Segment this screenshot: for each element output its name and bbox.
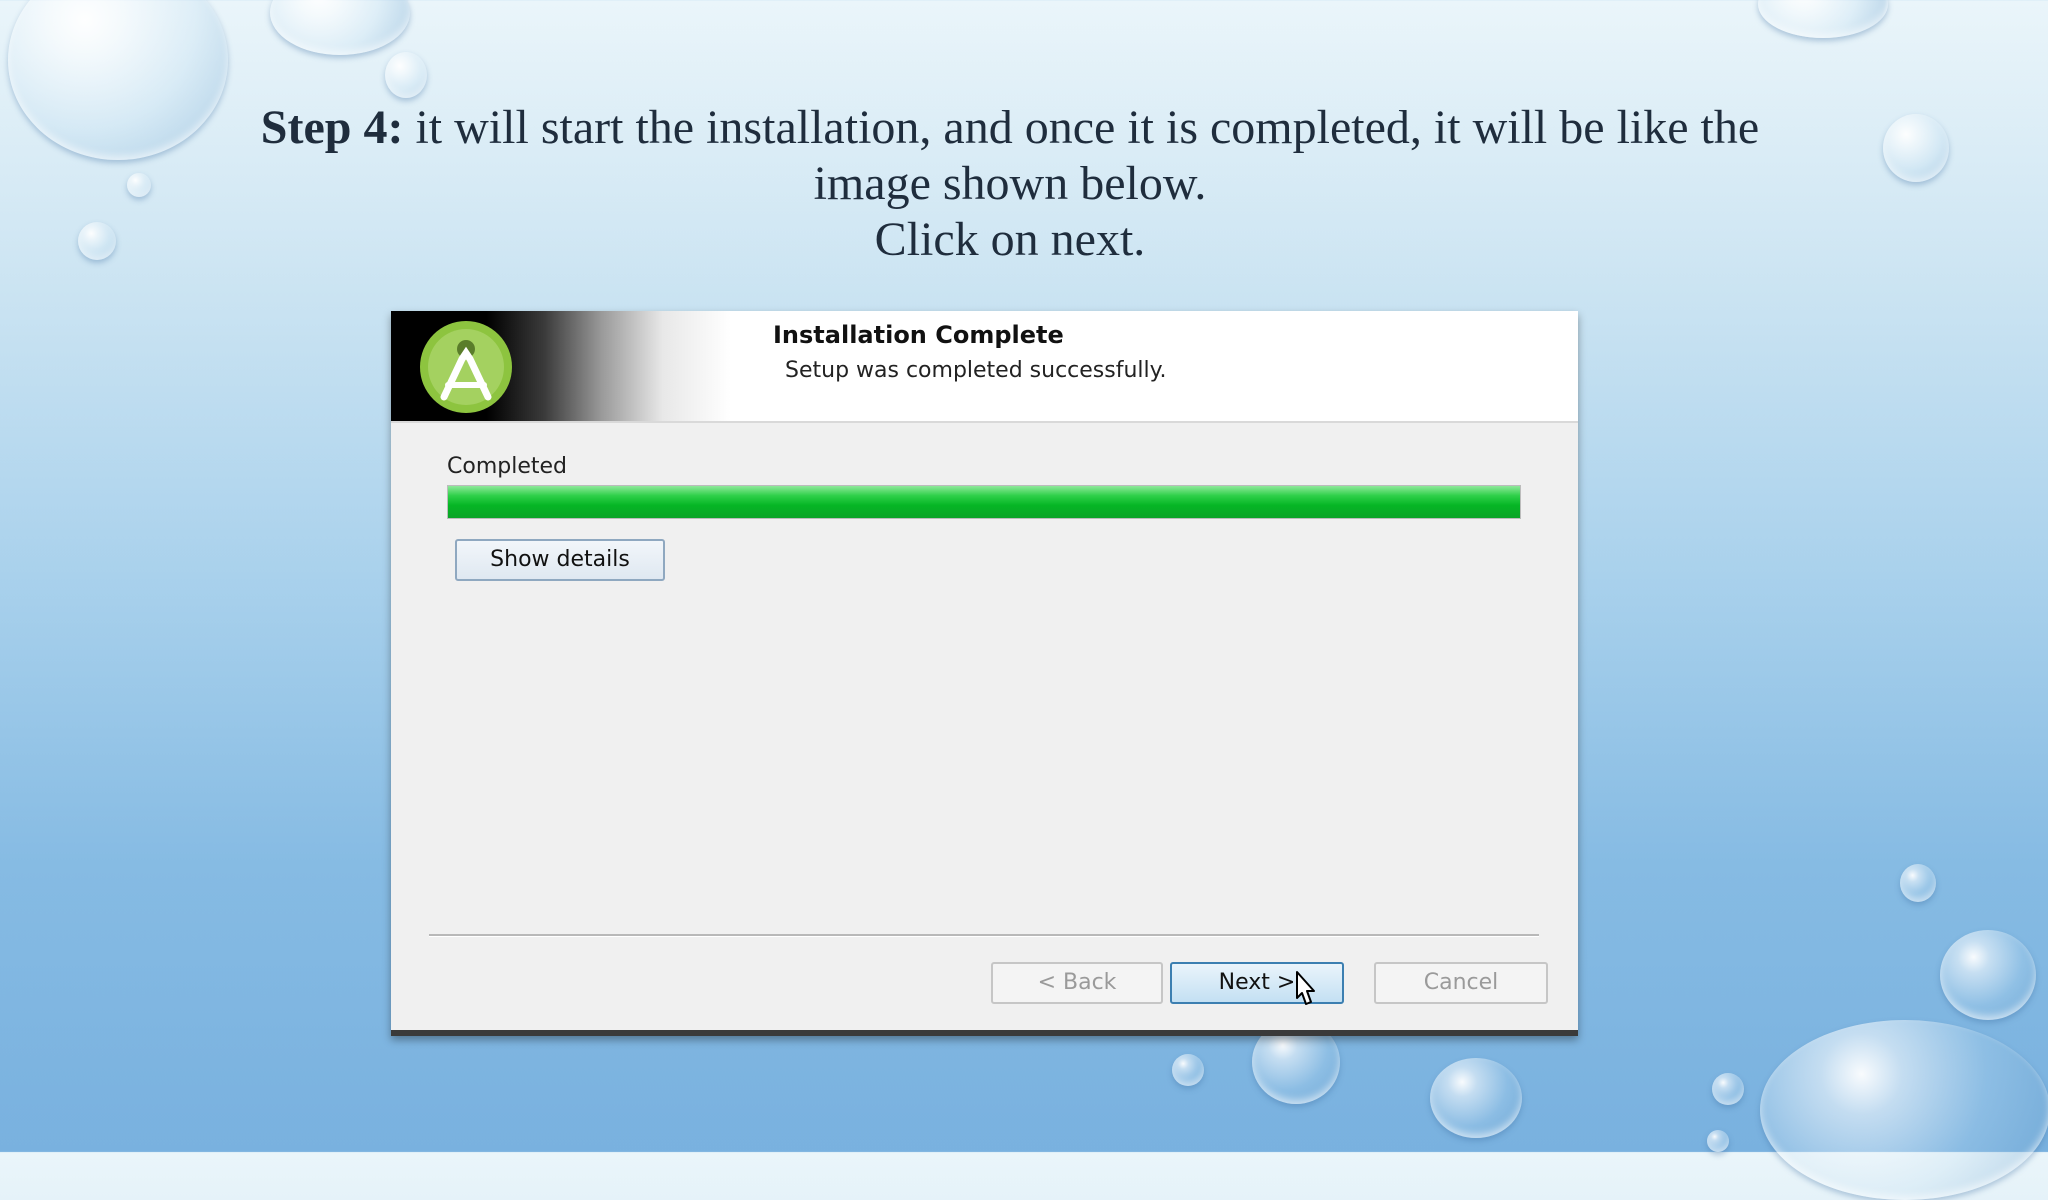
title-text: it will start the installation, and once… xyxy=(403,101,1760,154)
status-label: Completed xyxy=(447,454,567,479)
water-drop xyxy=(1707,1130,1729,1152)
show-details-button[interactable]: Show details xyxy=(455,539,665,581)
step-label: Step 4: xyxy=(260,101,404,154)
back-button[interactable]: < Back xyxy=(991,962,1163,1004)
cancel-button[interactable]: Cancel xyxy=(1374,962,1548,1004)
window-bottom-edge xyxy=(391,1030,1578,1036)
android-studio-icon xyxy=(420,321,512,413)
water-drop xyxy=(270,0,410,55)
installer-window: Installation Complete Setup was complete… xyxy=(391,311,1578,1036)
mouse-pointer-icon xyxy=(1296,971,1315,1005)
water-drop xyxy=(78,222,116,260)
water-drop xyxy=(127,173,151,197)
progress-fill xyxy=(448,486,1520,518)
installer-title: Installation Complete xyxy=(773,321,1064,349)
water-drop xyxy=(1758,0,1888,38)
title-line-1: Step 4: it will start the installation, … xyxy=(180,100,1840,156)
progress-bar xyxy=(447,485,1521,519)
title-line-2: image shown below. xyxy=(813,157,1207,210)
installer-header: Installation Complete Setup was complete… xyxy=(391,311,1578,423)
water-drop xyxy=(385,52,427,98)
water-drop xyxy=(1900,864,1936,902)
title-line-3: Click on next. xyxy=(874,213,1146,266)
footer-separator xyxy=(429,934,1539,937)
water-drop xyxy=(1712,1073,1744,1105)
slide-title: Step 4: it will start the installation, … xyxy=(180,100,1840,268)
water-drop xyxy=(1430,1058,1522,1138)
water-drop xyxy=(1172,1054,1204,1086)
water-drop xyxy=(1940,930,2036,1020)
water-drop xyxy=(1760,1020,2048,1200)
installer-subtitle: Setup was completed successfully. xyxy=(785,358,1167,383)
water-drop xyxy=(1883,114,1949,182)
